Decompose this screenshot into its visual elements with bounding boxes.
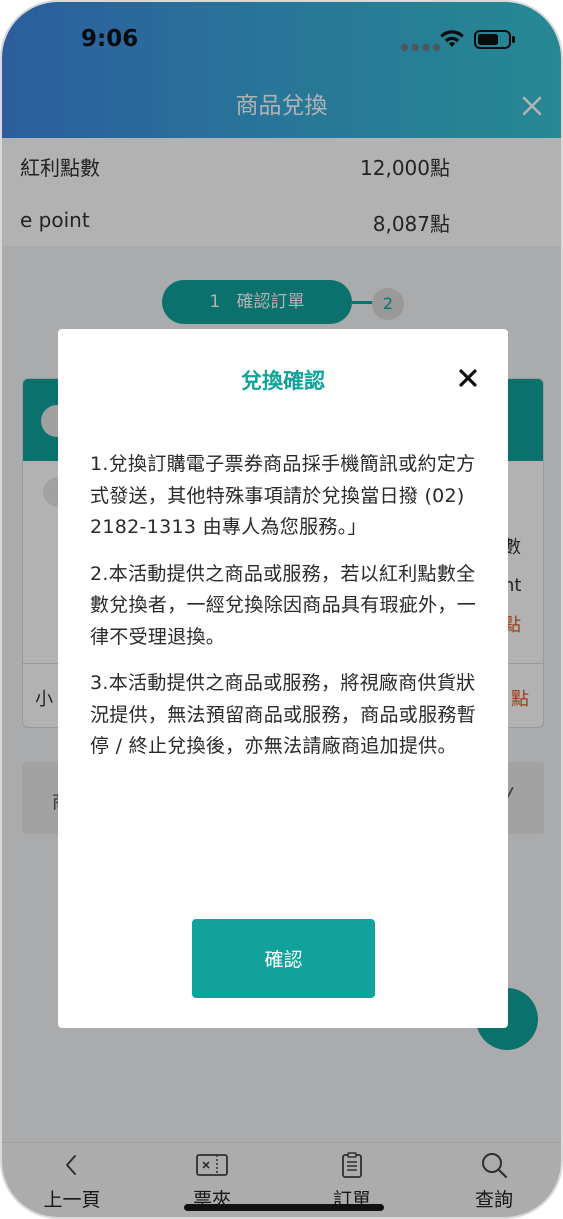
phone-screen: 9:06 ●●●● 商品兌換 紅利點數 12,000點 e point 8,08… xyxy=(0,0,563,1219)
dialog-title: 兌換確認 xyxy=(241,369,325,393)
confirm-button[interactable]: 確認 xyxy=(192,919,375,998)
redeem-confirm-dialog: 兌換確認 1.兌換訂購電子票券商品採手機簡訊或約定方式發送，其他特殊事項請於兌換… xyxy=(58,329,508,1028)
terms-paragraph-3: 3.本活動提供之商品或服務，將視廠商供貨狀況提供，無法預留商品或服務，商品或服務… xyxy=(90,672,477,757)
terms-paragraph-1: 1.兌換訂購電子票券商品採手機簡訊或約定方式發送，其他特殊事項請於兌換當日撥 (… xyxy=(90,453,476,538)
home-indicator xyxy=(184,1204,384,1211)
dialog-body: 1.兌換訂購電子票券商品採手機簡訊或約定方式發送，其他特殊事項請於兌換當日撥 (… xyxy=(90,449,480,778)
close-icon[interactable] xyxy=(455,365,481,391)
terms-paragraph-2: 2.本活動提供之商品或服務，若以紅利點數全數兌換者，一經兌換除因商品具有瑕疵外，… xyxy=(90,562,477,648)
